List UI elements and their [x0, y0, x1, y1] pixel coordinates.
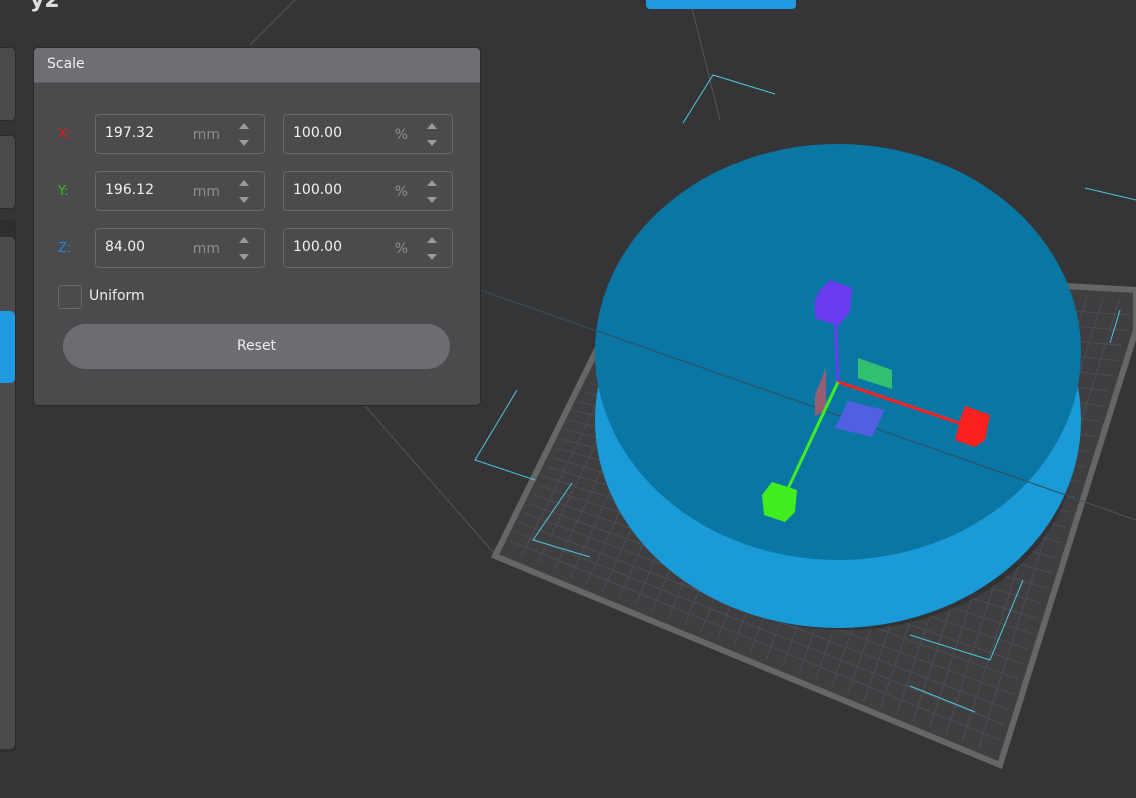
- increment-arrow-icon[interactable]: [238, 237, 250, 245]
- decrement-arrow-icon[interactable]: [426, 196, 438, 204]
- sidebar-tool-button[interactable]: [0, 135, 16, 209]
- size-input-x[interactable]: 197.32 mm: [95, 114, 265, 154]
- window-title-fragment: y2: [30, 0, 60, 13]
- percent-unit: %: [394, 241, 408, 257]
- percent-value[interactable]: 100.00: [293, 182, 342, 198]
- axis-label-z: Z:: [58, 241, 72, 256]
- size-unit: mm: [192, 241, 220, 257]
- uniform-label: Uniform: [89, 288, 145, 304]
- scene-guide-line: [689, 0, 721, 121]
- decrement-arrow-icon[interactable]: [238, 253, 250, 261]
- reset-button[interactable]: Reset: [63, 324, 450, 369]
- size-unit: mm: [192, 184, 220, 200]
- scale-panel: Scale X: 197.32 mm 100.00 % Y: 196.12 mm 1…: [33, 47, 481, 406]
- percent-input-y[interactable]: 100.00 %: [283, 171, 453, 211]
- percent-unit: %: [394, 184, 408, 200]
- increment-arrow-icon[interactable]: [426, 237, 438, 245]
- sidebar-scale-tool-active[interactable]: [0, 311, 15, 383]
- decrement-arrow-icon[interactable]: [238, 139, 250, 147]
- size-unit: mm: [192, 127, 220, 143]
- axis-label-x: X:: [58, 127, 72, 142]
- increment-arrow-icon[interactable]: [426, 180, 438, 188]
- decrement-arrow-icon[interactable]: [238, 196, 250, 204]
- uniform-checkbox[interactable]: [58, 285, 82, 309]
- increment-arrow-icon[interactable]: [238, 123, 250, 131]
- percent-unit: %: [394, 127, 408, 143]
- scale-panel-title: Scale: [34, 48, 480, 83]
- percent-input-z[interactable]: 100.00 %: [283, 228, 453, 268]
- decrement-arrow-icon[interactable]: [426, 139, 438, 147]
- top-action-button[interactable]: [646, 0, 796, 9]
- size-value[interactable]: 197.32: [105, 125, 154, 141]
- percent-value[interactable]: 100.00: [293, 239, 342, 255]
- percent-value[interactable]: 100.00: [293, 125, 342, 141]
- size-value[interactable]: 84.00: [105, 239, 145, 255]
- sidebar-tool-button[interactable]: [0, 47, 16, 121]
- increment-arrow-icon[interactable]: [238, 180, 250, 188]
- size-value[interactable]: 196.12: [105, 182, 154, 198]
- axis-label-y: Y:: [58, 184, 69, 199]
- percent-input-x[interactable]: 100.00 %: [283, 114, 453, 154]
- increment-arrow-icon[interactable]: [426, 123, 438, 131]
- size-input-z[interactable]: 84.00 mm: [95, 228, 265, 268]
- decrement-arrow-icon[interactable]: [426, 253, 438, 261]
- scene-guide-line: [249, 0, 296, 46]
- size-input-y[interactable]: 196.12 mm: [95, 171, 265, 211]
- sidebar-toolbar: [0, 220, 16, 752]
- scene-guide-line: [359, 399, 501, 561]
